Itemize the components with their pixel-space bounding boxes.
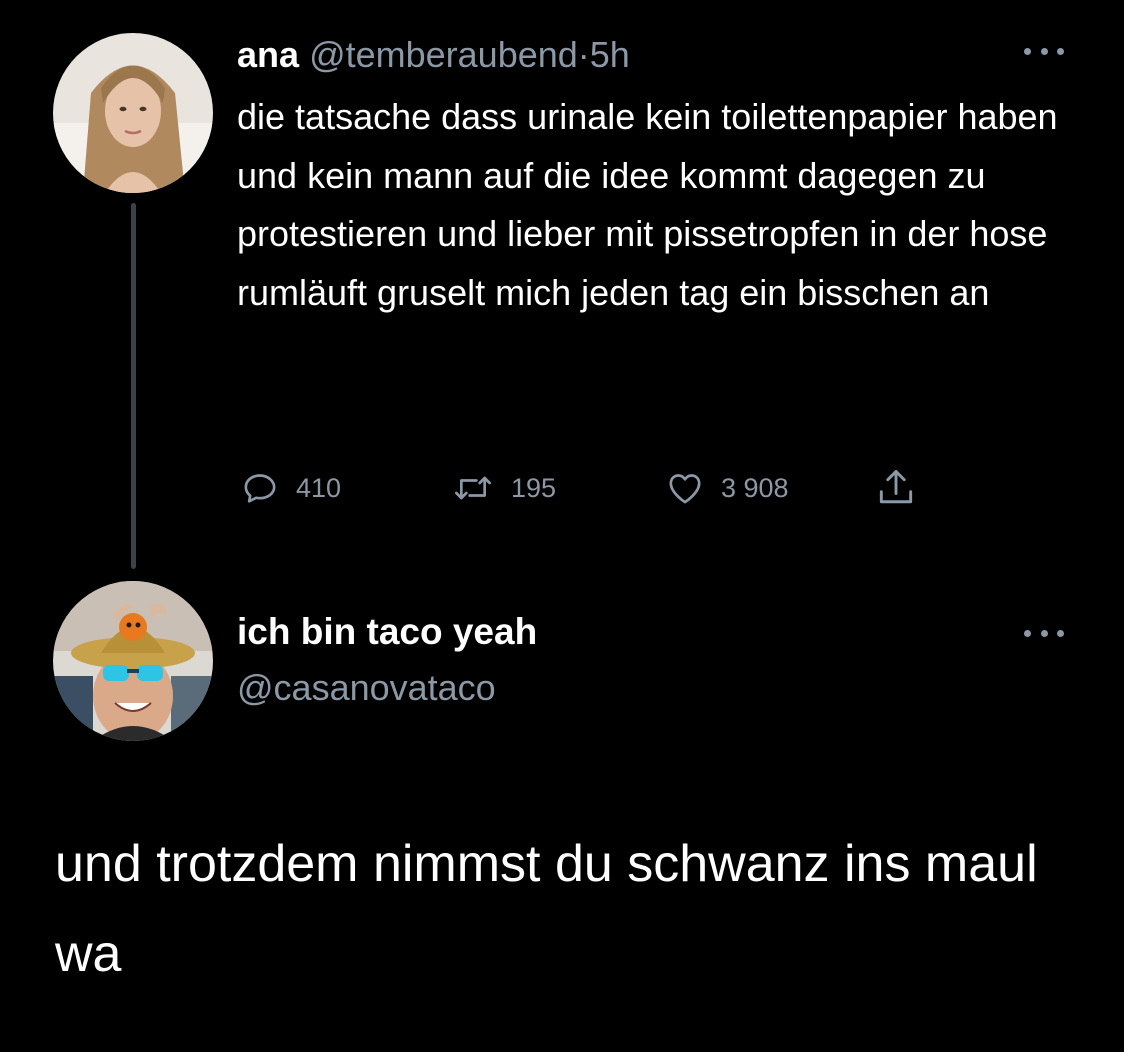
reply-author-handle[interactable]: @casanovataco bbox=[237, 665, 496, 711]
reply-count: 410 bbox=[296, 472, 342, 503]
avatar-taco-image bbox=[53, 581, 213, 741]
header-separator: · bbox=[577, 34, 590, 75]
avatar-taco[interactable] bbox=[53, 581, 213, 741]
reply-author-display-name[interactable]: ich bin taco yeah bbox=[237, 609, 537, 655]
avatar-ana[interactable] bbox=[53, 33, 213, 193]
tweet-timestamp[interactable]: 5h bbox=[590, 34, 630, 75]
like-button[interactable]: 3 908 bbox=[665, 468, 789, 508]
retweet-button[interactable]: 195 bbox=[451, 468, 556, 508]
retweet-count: 195 bbox=[511, 472, 557, 503]
avatar-ana-image bbox=[53, 33, 213, 193]
reply-button[interactable]: 410 bbox=[240, 468, 341, 508]
share-button[interactable] bbox=[874, 468, 918, 508]
more-dots-icon[interactable] bbox=[1024, 39, 1064, 63]
thread-connector-line bbox=[131, 203, 136, 569]
more-dots-icon[interactable] bbox=[1024, 621, 1064, 645]
author-handle[interactable]: @temberaubend bbox=[309, 34, 578, 75]
reply-tweet-text: und trotzdem nimmst du schwanz ins maul … bbox=[55, 835, 1038, 983]
author-display-name[interactable]: ana bbox=[237, 34, 299, 75]
like-count: 3 908 bbox=[721, 472, 789, 503]
retweet-arrows-icon bbox=[455, 476, 491, 500]
heart-icon bbox=[669, 474, 701, 504]
tweet-header: ana @temberaubend·5h bbox=[237, 32, 630, 78]
share-upload-icon bbox=[879, 470, 913, 504]
speech-bubble-icon bbox=[244, 474, 276, 503]
tweet-text: die tatsache dass urinale kein toiletten… bbox=[237, 96, 1058, 313]
